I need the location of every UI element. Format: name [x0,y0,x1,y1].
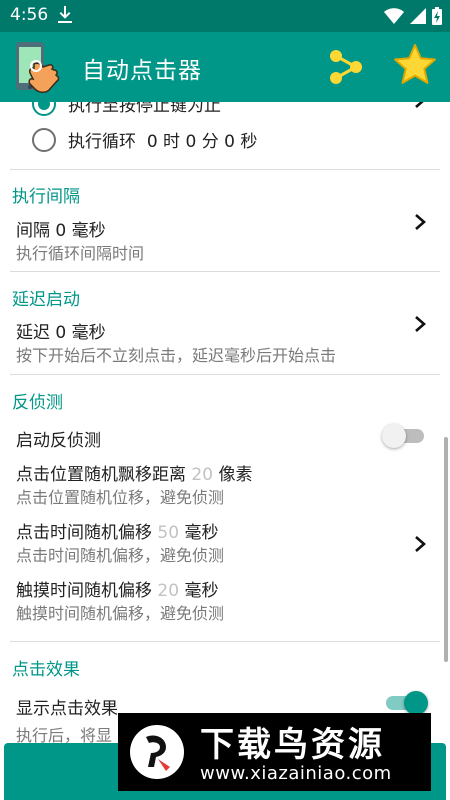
chevron-right-icon[interactable] [412,315,428,333]
divider [10,374,440,375]
download-icon [58,6,72,28]
touch-time-offset-subtitle: 触摸时间随机偏移，避免侦测 [16,604,225,623]
watermark-title: 下载鸟资源 [200,725,385,765]
divider [10,271,440,272]
share-icon[interactable] [328,48,364,90]
click-effect-section-title: 点击效果 [12,660,80,680]
interval-subtitle: 执行循环间隔时间 [16,244,145,263]
toggle-thumb[interactable] [404,691,428,715]
battery-charging-icon [432,7,442,29]
click-time-offset-title: 点击时间随机偏移 50 毫秒 [16,523,219,543]
loop-seconds: 0 [224,132,235,152]
chevron-right-icon[interactable] [412,535,428,553]
scrollbar[interactable] [444,437,448,662]
position-drift-subtitle: 点击位置随机位移，避免侦测 [16,488,225,507]
delay-subtitle: 按下开始后不立刻点击，延迟毫秒后开始点击 [16,346,337,365]
chevron-right-icon[interactable] [412,102,428,109]
position-drift-value: 20 [191,465,214,485]
repeat-loop-label: 执行循环 0 时 0 分 0 秒 [68,132,258,152]
show-click-effect-label: 显示点击效果 [16,699,118,719]
status-time: 4:56 [10,5,49,25]
system-icons [384,7,442,29]
watermark-url: www.xiazainiao.com [200,763,392,784]
delay-section-title: 延迟启动 [12,290,80,310]
chevron-right-icon[interactable] [412,213,428,231]
wifi-icon [384,8,404,28]
repeat-until-stop-label: 执行至按停止键为止 [68,102,221,116]
divider [10,169,440,170]
watermark-logo-icon [128,723,186,785]
click-time-offset-value: 50 [157,523,180,543]
anti-detect-enable-label: 启动反侦测 [16,431,101,451]
loop-minutes: 0 [185,132,197,152]
signal-icon [410,8,426,28]
status-bar: 4:56 [0,0,450,32]
interval-title: 间隔 0 毫秒 [16,221,106,241]
radio-unselected[interactable] [32,127,56,152]
settings-list[interactable]: 执行至按停止键为止 执行循环 0 时 0 分 0 秒 执行间隔 间隔 0 毫秒 … [0,102,450,800]
click-time-offset-subtitle: 点击时间随机偏移，避免侦测 [16,546,225,565]
touch-time-offset-title: 触摸时间随机偏移 20 毫秒 [16,581,219,601]
anti-detect-section-title: 反侦测 [12,393,63,413]
delay-title: 延迟 0 毫秒 [16,323,106,343]
radio-selected[interactable] [32,102,56,116]
loop-hours: 0 [146,132,158,152]
app-logo-icon [12,38,72,96]
toggle-thumb[interactable] [382,424,406,448]
position-drift-title: 点击位置随机飘移距离 20 像素 [16,465,253,485]
watermark-banner: 下载鸟资源 www.xiazainiao.com [118,713,431,791]
app-bar: 自动点击器 [0,32,450,102]
divider [10,641,440,642]
repeat-until-stop-option[interactable]: 执行至按停止键为止 [32,102,221,116]
interval-section-title: 执行间隔 [12,187,80,207]
repeat-loop-option[interactable]: 执行循环 0 时 0 分 0 秒 [32,127,257,152]
star-icon[interactable] [392,42,438,92]
anti-detect-toggle[interactable] [382,422,428,450]
touch-time-offset-value: 20 [157,581,180,601]
app-title: 自动点击器 [82,58,202,84]
